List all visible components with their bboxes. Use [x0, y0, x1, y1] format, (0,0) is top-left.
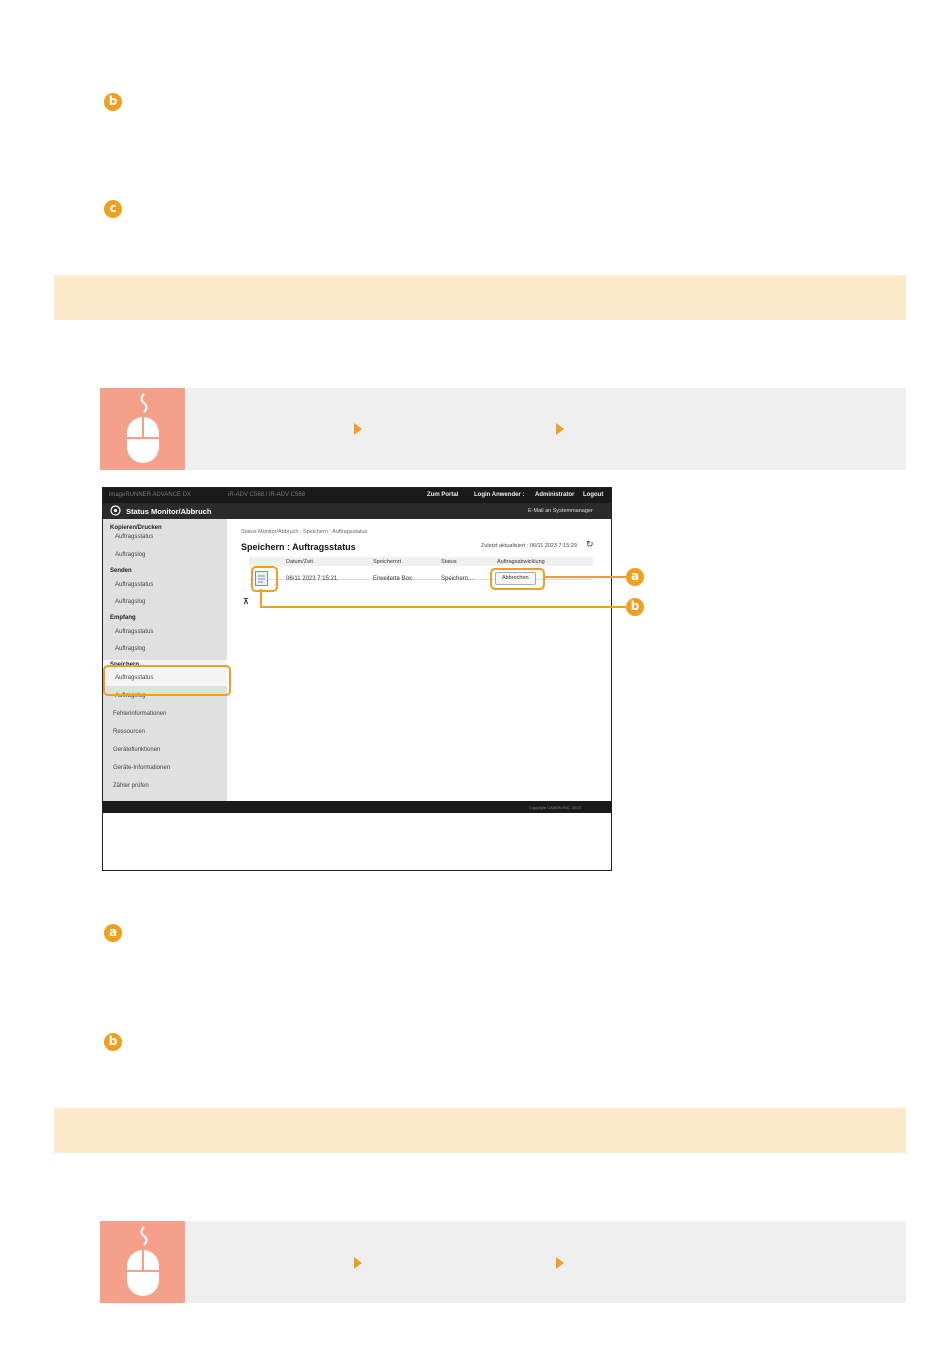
host-name: iR-ADV C568 / iR-ADV C568 [228, 492, 306, 498]
arrow-right-icon [354, 423, 362, 435]
user-name: Administrator [535, 492, 575, 498]
remote-ui-main: Status Monitor/Abbruch : Speichern : Auf… [227, 519, 611, 801]
callout-badge-b: b [626, 598, 644, 616]
column-header-location: Speicherort [373, 559, 402, 565]
product-name: imageRUNNER ADVANCE DX [109, 492, 191, 498]
portal-link[interactable]: Zum Portal [427, 492, 458, 498]
section-heading-band [54, 275, 906, 320]
cell-datetime: 06/11 2023 7:15:21 [286, 576, 338, 582]
login-user-label: Login Anwender : [474, 492, 525, 498]
highlight-cancel-button [490, 568, 545, 590]
remote-ui-footer: Copyright CANON INC. 2023 [103, 801, 611, 813]
remote-ui-sidebar: Kopieren/Drucken Auftragsstatus Auftrags… [103, 519, 227, 801]
callout-badge-c: c [104, 200, 122, 218]
callout-badge-b: b [104, 93, 122, 111]
arrow-right-icon [556, 423, 564, 435]
leader-line-a [543, 576, 626, 578]
sidebar-section-send: Senden [110, 568, 132, 574]
remote-ui-top-bar: imageRUNNER ADVANCE DX iR-ADV C568 / iR-… [103, 488, 611, 503]
mouse-icon [100, 388, 185, 470]
highlight-details-icon [251, 566, 278, 592]
sidebar-item-receive-job-log[interactable]: Auftragslog [115, 646, 145, 652]
breadcrumb: Status Monitor/Abbruch : Speichern : Auf… [241, 529, 368, 535]
sidebar-item-receive-job-status[interactable]: Auftragsstatus [115, 629, 153, 635]
logout-link[interactable]: Logout [583, 492, 603, 498]
operation-path-box [100, 1221, 906, 1303]
mouse-icon [100, 1221, 185, 1303]
section-heading-band [54, 1108, 906, 1153]
operation-path-box [100, 388, 906, 470]
column-header-job-handling: Auftragsabwicklung [497, 559, 545, 565]
sidebar-section-receive: Empfang [110, 615, 136, 621]
callout-badge-a: a [104, 924, 122, 942]
sidebar-section-copy-print: Kopieren/Drucken [110, 525, 162, 531]
leader-line-b [260, 606, 626, 608]
last-updated-text: Zuletzt aktualisiert : 06/11 2023 7:15:2… [481, 543, 577, 549]
status-monitor-icon [110, 505, 121, 516]
arrow-right-icon [354, 1257, 362, 1269]
remote-ui-title-bar: Status Monitor/Abbruch E-Mail an Systemm… [103, 503, 611, 519]
remote-ui-title: Status Monitor/Abbruch [126, 507, 212, 516]
copyright-text: Copyright CANON INC. 2023 [529, 805, 581, 810]
column-header-status: Status [441, 559, 457, 565]
sidebar-item-send-job-log[interactable]: Auftragslog [115, 599, 145, 605]
email-admin-link[interactable]: E-Mail an Systemmanager [528, 508, 593, 514]
highlight-sidebar-job-status [103, 665, 231, 696]
leader-line-b-vertical [260, 589, 262, 607]
cell-status: Speichern... [441, 576, 474, 582]
cell-location: Erweiterte Box [373, 576, 413, 582]
arrow-right-icon [556, 1257, 564, 1269]
sidebar-item-send-job-status[interactable]: Auftragsstatus [115, 582, 153, 588]
callout-badge-b: b [104, 1033, 122, 1051]
callout-badge-a: a [626, 568, 644, 586]
sidebar-item-check-counter[interactable]: Zähler prüfen [113, 783, 149, 789]
sidebar-item-copy-job-log[interactable]: Auftragslog [115, 552, 145, 558]
sidebar-item-device-features[interactable]: Geräteﬂunktionen [113, 747, 160, 753]
pager-top-icon[interactable]: ⊼ [243, 597, 249, 606]
column-header-datetime: Datum/Zeit [286, 559, 313, 565]
sidebar-item-device-info[interactable]: Geräte-Informationen [113, 765, 170, 771]
sidebar-item-resources[interactable]: Ressourcen [113, 729, 145, 735]
refresh-icon[interactable]: ↻ [586, 539, 594, 550]
page-title: Speichern : Auftragsstatus [241, 542, 356, 552]
sidebar-item-copy-job-status[interactable]: Auftragsstatus [115, 534, 153, 540]
sidebar-item-error-info[interactable]: Fehlerinformationen [113, 711, 166, 717]
